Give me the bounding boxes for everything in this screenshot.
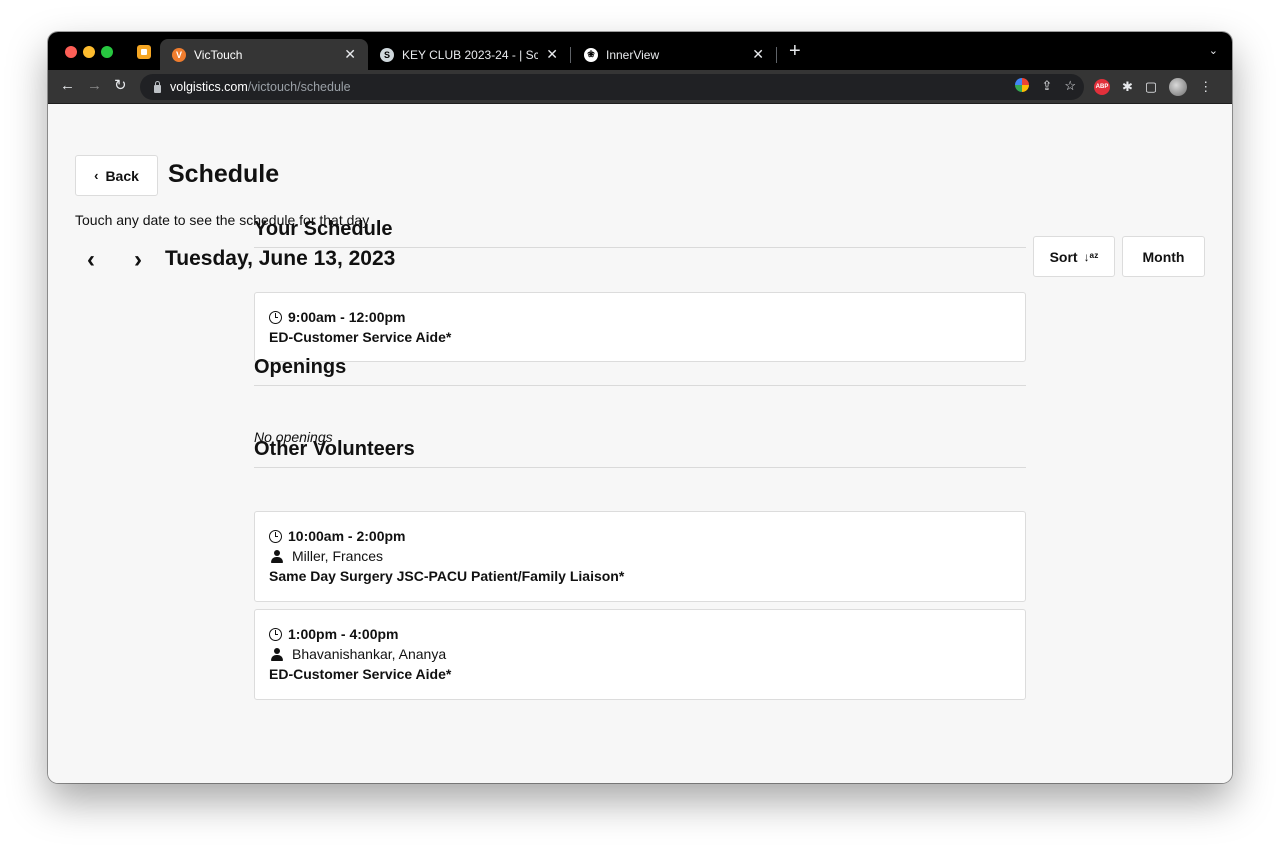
forward-arrow-icon[interactable]: → <box>87 76 102 96</box>
shift-role-row: Same Day Surgery JSC-PACU Patient/Family… <box>269 566 1011 586</box>
other-volunteers-heading: Other Volunteers <box>254 438 1026 468</box>
schedule-page: ‹ Back Schedule Touch any date to see th… <box>48 104 1232 783</box>
chevron-left-icon: ‹ <box>94 168 99 183</box>
extensions-puzzle-icon[interactable]: ✱ <box>1122 79 1133 95</box>
clock-icon <box>269 627 282 641</box>
url-path: /victouch/schedule <box>247 80 351 94</box>
tab-separator <box>570 47 571 63</box>
kebab-menu-icon[interactable]: ⋮ <box>1199 79 1212 95</box>
close-tab-icon[interactable]: ✕ <box>344 46 356 63</box>
date-title: Tuesday, June 13, 2023 <box>165 247 396 270</box>
shift-time: 9:00am - 12:00pm <box>288 309 406 325</box>
close-tab-icon[interactable]: ✕ <box>546 46 558 63</box>
back-arrow-icon[interactable]: ← <box>60 76 75 96</box>
browser-toolbar: ← → ↻ volgistics.com/victouch/schedule ⇪… <box>48 70 1232 104</box>
volunteer-card[interactable]: 1:00pm - 4:00pm Bhavanishankar, Ananya E… <box>254 609 1026 700</box>
previous-day-chevron-icon[interactable]: ‹ <box>87 246 95 274</box>
tab-victouch[interactable]: V VicTouch ✕ <box>160 39 368 70</box>
adblock-plus-icon[interactable]: ABP <box>1094 79 1110 95</box>
google-lens-icon[interactable] <box>1015 78 1030 92</box>
sort-az-icon: ↓ᵃᶻ <box>1083 249 1099 264</box>
tab-title: KEY CLUB 2023-24 - | School <box>402 47 539 62</box>
side-panel-icon[interactable]: ▢ <box>1145 79 1157 95</box>
volunteer-name: Miller, Frances <box>292 548 384 564</box>
page-title: Schedule <box>168 160 280 188</box>
pinned-tab-icon[interactable] <box>137 45 151 59</box>
back-button[interactable]: ‹ Back <box>75 155 158 196</box>
volunteer-name-row: Miller, Frances <box>269 546 1011 566</box>
profile-avatar[interactable] <box>1169 78 1188 96</box>
close-window-button[interactable] <box>65 46 77 58</box>
openings-heading: Openings <box>254 356 1026 386</box>
next-day-chevron-icon[interactable]: › <box>134 246 142 274</box>
shift-role: ED-Customer Service Aide* <box>269 329 452 345</box>
shift-time: 10:00am - 2:00pm <box>288 528 406 544</box>
shift-time-row: 1:00pm - 4:00pm <box>269 624 1011 644</box>
volunteer-card[interactable]: 10:00am - 2:00pm Miller, Frances Same Da… <box>254 511 1026 602</box>
tab-strip: V VicTouch ✕ S KEY CLUB 2023-24 - | Scho… <box>48 32 1232 70</box>
person-icon <box>271 647 283 661</box>
shift-time: 1:00pm - 4:00pm <box>288 626 399 642</box>
back-button-label: Back <box>105 167 139 184</box>
person-icon <box>271 549 283 563</box>
victouch-favicon-icon: V <box>172 47 186 62</box>
lock-icon[interactable] <box>154 80 161 93</box>
tab-title: InnerView <box>606 47 660 62</box>
maximize-window-button[interactable] <box>101 46 113 58</box>
clock-icon <box>269 310 282 324</box>
your-schedule-heading: Your Schedule <box>254 218 1026 248</box>
shift-role-row: ED-Customer Service Aide* <box>269 664 1011 684</box>
shift-role: ED-Customer Service Aide* <box>269 666 452 682</box>
sort-button-label: Sort <box>1049 248 1078 265</box>
shift-time-row: 9:00am - 12:00pm <box>269 307 1011 327</box>
minimize-window-button[interactable] <box>83 46 95 58</box>
innerview-favicon-icon: ❀ <box>584 47 598 62</box>
tab-innerview[interactable]: ❀ InnerView ✕ <box>572 39 776 70</box>
month-button-label: Month <box>1142 248 1185 265</box>
omnibox-actions: ⇪ ☆ <box>1015 78 1076 94</box>
new-tab-plus-icon[interactable]: + <box>789 41 801 61</box>
shift-role-row: ED-Customer Service Aide* <box>269 327 1011 347</box>
browser-window: V VicTouch ✕ S KEY CLUB 2023-24 - | Scho… <box>48 32 1232 783</box>
bookmark-star-icon[interactable]: ☆ <box>1064 78 1076 94</box>
tab-title: VicTouch <box>194 47 243 62</box>
school-favicon-icon: S <box>380 47 394 62</box>
share-icon[interactable]: ⇪ <box>1041 78 1052 94</box>
tab-separator <box>776 47 777 63</box>
shift-role: Same Day Surgery JSC-PACU Patient/Family… <box>269 568 625 584</box>
volunteer-name: Bhavanishankar, Ananya <box>292 646 447 662</box>
month-button[interactable]: Month <box>1122 236 1205 277</box>
volunteer-name-row: Bhavanishankar, Ananya <box>269 644 1011 664</box>
tab-search-chevron-icon[interactable]: ⌄ <box>1209 44 1218 57</box>
reload-icon[interactable]: ↻ <box>114 76 127 96</box>
tab-key-club[interactable]: S KEY CLUB 2023-24 - | School ✕ <box>368 39 570 70</box>
address-bar[interactable]: volgistics.com/victouch/schedule ⇪ ☆ <box>140 74 1084 100</box>
sort-button[interactable]: Sort ↓ᵃᶻ <box>1033 236 1115 277</box>
clock-icon <box>269 529 282 543</box>
your-schedule-card[interactable]: 9:00am - 12:00pm ED-Customer Service Aid… <box>254 292 1026 362</box>
url-host: volgistics.com <box>170 80 248 94</box>
shift-time-row: 10:00am - 2:00pm <box>269 526 1011 546</box>
extensions-area: ABP ✱ ▢ ⋮ <box>1094 78 1212 96</box>
close-tab-icon[interactable]: ✕ <box>752 46 764 63</box>
